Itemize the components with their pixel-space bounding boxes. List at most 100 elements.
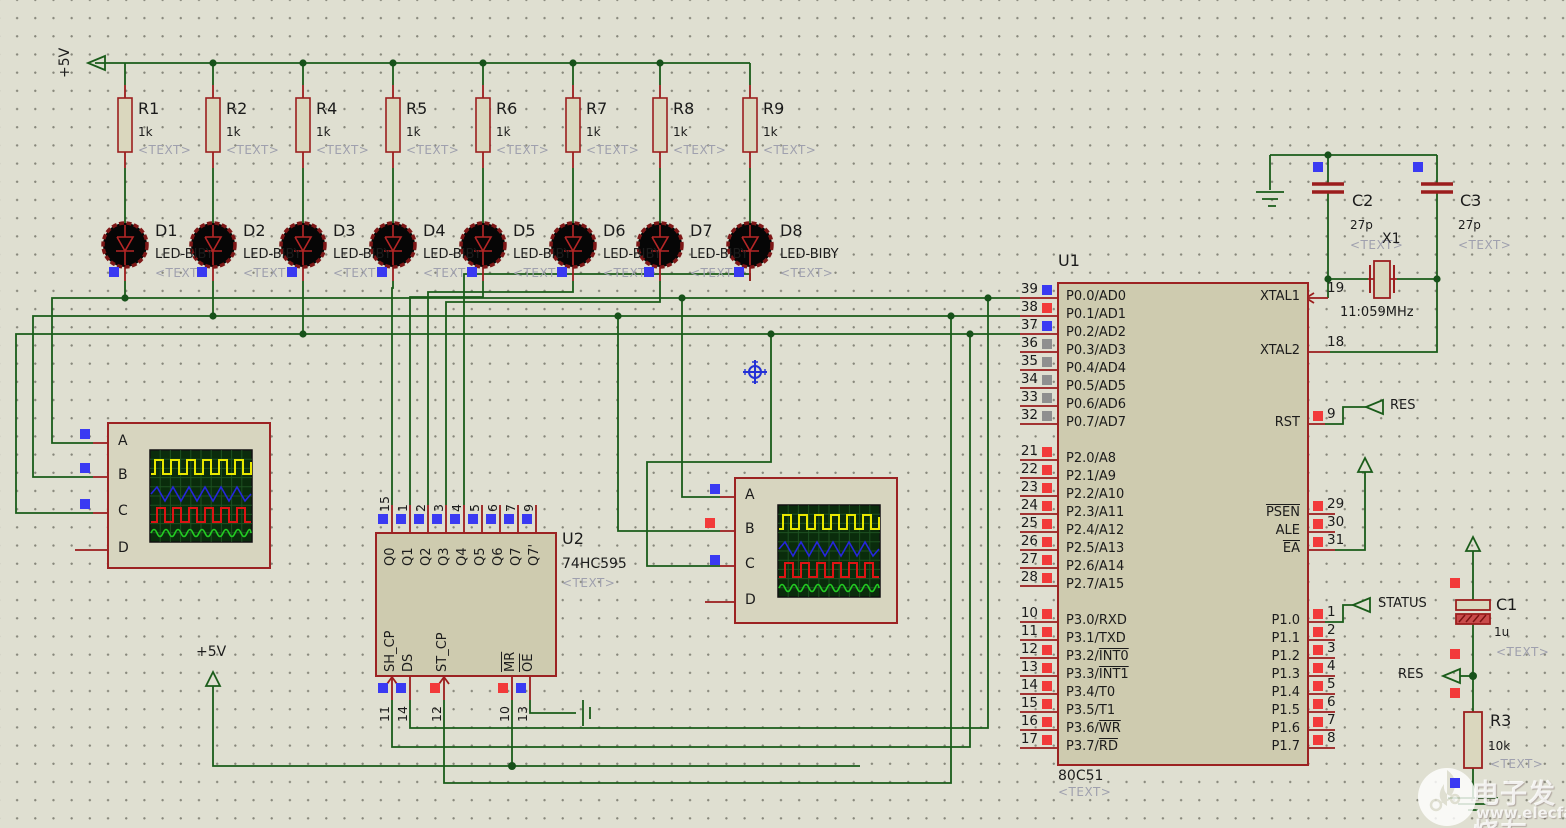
- u1-pin-state[interactable]: [1042, 555, 1052, 565]
- u1-pin-state[interactable]: [1042, 357, 1052, 367]
- u1-pin-state[interactable]: [1042, 375, 1052, 385]
- c3-ref: C3: [1460, 191, 1482, 210]
- u1-pin-state[interactable]: [1042, 285, 1052, 295]
- u1-pin-number: 7: [1327, 712, 1336, 728]
- u1-pin-state[interactable]: [1042, 645, 1052, 655]
- u1-pin-state[interactable]: [1313, 663, 1323, 673]
- led-state-indicator[interactable]: [734, 267, 744, 277]
- led-state-indicator[interactable]: [197, 267, 207, 277]
- u2-pin-state[interactable]: [468, 514, 478, 524]
- led-ref: D8: [780, 221, 803, 240]
- state-indicator[interactable]: [710, 484, 720, 494]
- led-state-indicator[interactable]: [377, 267, 387, 277]
- r3-value: 10k: [1488, 739, 1511, 753]
- u2-pin-state[interactable]: [450, 514, 460, 524]
- u1-pin-number: 33: [1020, 389, 1038, 405]
- u2-pin-state[interactable]: [498, 683, 508, 693]
- u2-pin-state[interactable]: [396, 683, 406, 693]
- led-state-indicator[interactable]: [467, 267, 477, 277]
- u1-pin-number: 12: [1020, 641, 1038, 657]
- crystal-x1[interactable]: [1369, 260, 1395, 299]
- resistor-value: 1k: [316, 125, 331, 139]
- u1-pin-label: P0.6/AD6: [1066, 397, 1127, 412]
- u1-pin-state[interactable]: [1042, 609, 1052, 619]
- led-state-indicator[interactable]: [287, 267, 297, 277]
- u1-pin-number: 38: [1020, 299, 1038, 315]
- u2-pin-state[interactable]: [378, 514, 388, 524]
- u1-pin-state[interactable]: [1042, 573, 1052, 583]
- u1-pin-state[interactable]: [1042, 717, 1052, 727]
- u2-pin-state[interactable]: [414, 514, 424, 524]
- state-indicator[interactable]: [1450, 578, 1460, 588]
- u1-pin-number: 10: [1020, 605, 1038, 621]
- capacitor-c2[interactable]: [1312, 182, 1344, 194]
- state-indicator[interactable]: [80, 429, 90, 439]
- state-indicator[interactable]: [710, 555, 720, 565]
- state-indicator[interactable]: [1413, 162, 1423, 172]
- state-indicator[interactable]: [1313, 162, 1323, 172]
- u2-pin-state[interactable]: [378, 683, 388, 693]
- u1-pin-state[interactable]: [1042, 465, 1052, 475]
- u1-pin-state[interactable]: [1042, 699, 1052, 709]
- u1-pin-state[interactable]: [1042, 483, 1052, 493]
- u2-pin-label: Q2: [419, 547, 434, 566]
- u2-pin-state[interactable]: [522, 514, 532, 524]
- u1-pin-state[interactable]: [1313, 627, 1323, 637]
- crosshair-cursor[interactable]: [743, 360, 767, 384]
- led-state-indicator[interactable]: [644, 267, 654, 277]
- u1-pin-state[interactable]: [1313, 735, 1323, 745]
- u1-pin-state[interactable]: [1042, 393, 1052, 403]
- u1-pin-state[interactable]: [1313, 411, 1323, 421]
- u1-pin-state[interactable]: [1313, 519, 1323, 529]
- u1-pin-state[interactable]: [1313, 681, 1323, 691]
- u1-pin-state[interactable]: [1042, 537, 1052, 547]
- u1-pin-state[interactable]: [1042, 303, 1052, 313]
- u1-pin-state[interactable]: [1042, 447, 1052, 457]
- led-state-indicator[interactable]: [557, 267, 567, 277]
- u1-pin-state[interactable]: [1042, 735, 1052, 745]
- u1-pin-state[interactable]: [1042, 663, 1052, 673]
- state-indicator[interactable]: [705, 518, 715, 528]
- u1-pin-state[interactable]: [1042, 501, 1052, 511]
- u1-pin-state[interactable]: [1042, 681, 1052, 691]
- u1-pin-state[interactable]: [1313, 501, 1323, 511]
- u2-pin-state[interactable]: [504, 514, 514, 524]
- u1-pin-number: 15: [1020, 695, 1038, 711]
- u1-pin-state[interactable]: [1313, 609, 1323, 619]
- u1-pin-state[interactable]: [1042, 627, 1052, 637]
- u2-pin-label: Q0: [383, 547, 398, 566]
- state-indicator[interactable]: [1450, 778, 1460, 788]
- state-indicator[interactable]: [80, 463, 90, 473]
- capacitor-c1[interactable]: [1455, 599, 1491, 625]
- u1-pin-state[interactable]: [1042, 339, 1052, 349]
- state-indicator[interactable]: [80, 499, 90, 509]
- u1-pin-number: 22: [1020, 461, 1038, 477]
- resistor-ref: R2: [226, 99, 248, 118]
- oscilloscope-1[interactable]: [107, 422, 271, 569]
- u2-pin-state[interactable]: [432, 514, 442, 524]
- u1-pin-number: 17: [1020, 731, 1038, 747]
- c3-value: 27p: [1458, 218, 1481, 232]
- state-indicator[interactable]: [1450, 649, 1460, 659]
- u1-pin-state[interactable]: [1313, 537, 1323, 547]
- led-type: LED-BIBY: [423, 248, 479, 262]
- led-state-indicator[interactable]: [109, 267, 119, 277]
- u1-pin-state[interactable]: [1313, 717, 1323, 727]
- u2-pin-state[interactable]: [516, 683, 526, 693]
- u1-pin-label: P3.7/RD: [1066, 739, 1118, 754]
- u2-pin-state[interactable]: [486, 514, 496, 524]
- u1-pin-state[interactable]: [1042, 519, 1052, 529]
- u1-pin-state[interactable]: [1042, 411, 1052, 421]
- u1-pin-number: 28: [1020, 569, 1038, 585]
- state-indicator[interactable]: [1450, 688, 1460, 698]
- u1-pin-label: XTAL1: [1259, 289, 1300, 304]
- resistor-r3[interactable]: [1463, 711, 1483, 769]
- u2-pin-label: Q6: [491, 547, 506, 566]
- u2-pin-state[interactable]: [396, 514, 406, 524]
- capacitor-c3[interactable]: [1421, 182, 1453, 194]
- u1-pin-state[interactable]: [1313, 645, 1323, 655]
- u2-pin-state[interactable]: [430, 683, 440, 693]
- oscilloscope-2[interactable]: [734, 477, 898, 624]
- u1-pin-state[interactable]: [1313, 699, 1323, 709]
- u1-pin-state[interactable]: [1042, 321, 1052, 331]
